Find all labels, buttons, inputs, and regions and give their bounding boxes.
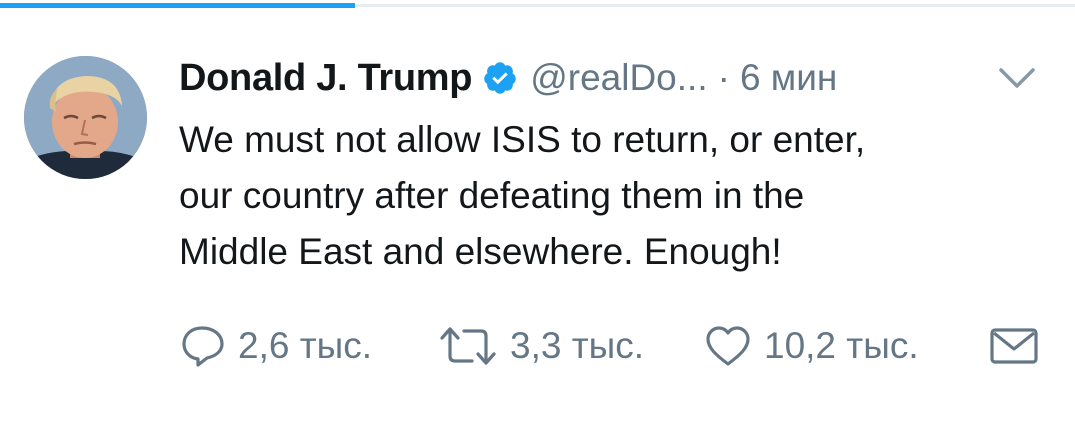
top-progress-bar (0, 3, 355, 8)
action-bar: 2,6 тыс. 3,3 тыс. 10,2 тыс. (180, 318, 1050, 374)
envelope-icon (988, 324, 1040, 368)
heart-icon (704, 324, 752, 368)
tweet-header: Donald J. Trump @realDo... · 6 мин (179, 52, 837, 104)
tweet-text: We must not allow ISIS to return, or ent… (179, 112, 1039, 280)
separator-dot: · (717, 57, 730, 98)
retweet-count: 3,3 тыс. (510, 325, 645, 366)
reply-bubble-icon (180, 324, 226, 368)
user-handle[interactable]: @realDo... (530, 57, 707, 99)
tweet-timestamp[interactable]: 6 мин (740, 57, 837, 99)
like-count: 10,2 тыс. (764, 325, 919, 366)
reply-count: 2,6 тыс. (238, 325, 373, 366)
reply-button[interactable]: 2,6 тыс. (180, 318, 372, 374)
tweet-text-line: We must not allow ISIS to return, or ent… (179, 119, 866, 160)
avatar[interactable] (24, 56, 147, 179)
chevron-down-icon[interactable] (997, 64, 1037, 92)
avatar-image (24, 56, 147, 179)
retweet-icon (438, 324, 498, 368)
like-button[interactable]: 10,2 тыс. (704, 318, 919, 374)
retweet-button[interactable]: 3,3 тыс. (438, 318, 644, 374)
tweet-text-line: our country after defeating them in the (179, 175, 805, 216)
verified-badge-icon (482, 60, 518, 96)
display-name[interactable]: Donald J. Trump (179, 57, 473, 100)
direct-message-button[interactable] (988, 318, 1040, 374)
tweet-text-line: Middle East and elsewhere. Enough! (179, 231, 782, 272)
tweet-screen: Donald J. Trump @realDo... · 6 мин We mu… (0, 0, 1075, 421)
